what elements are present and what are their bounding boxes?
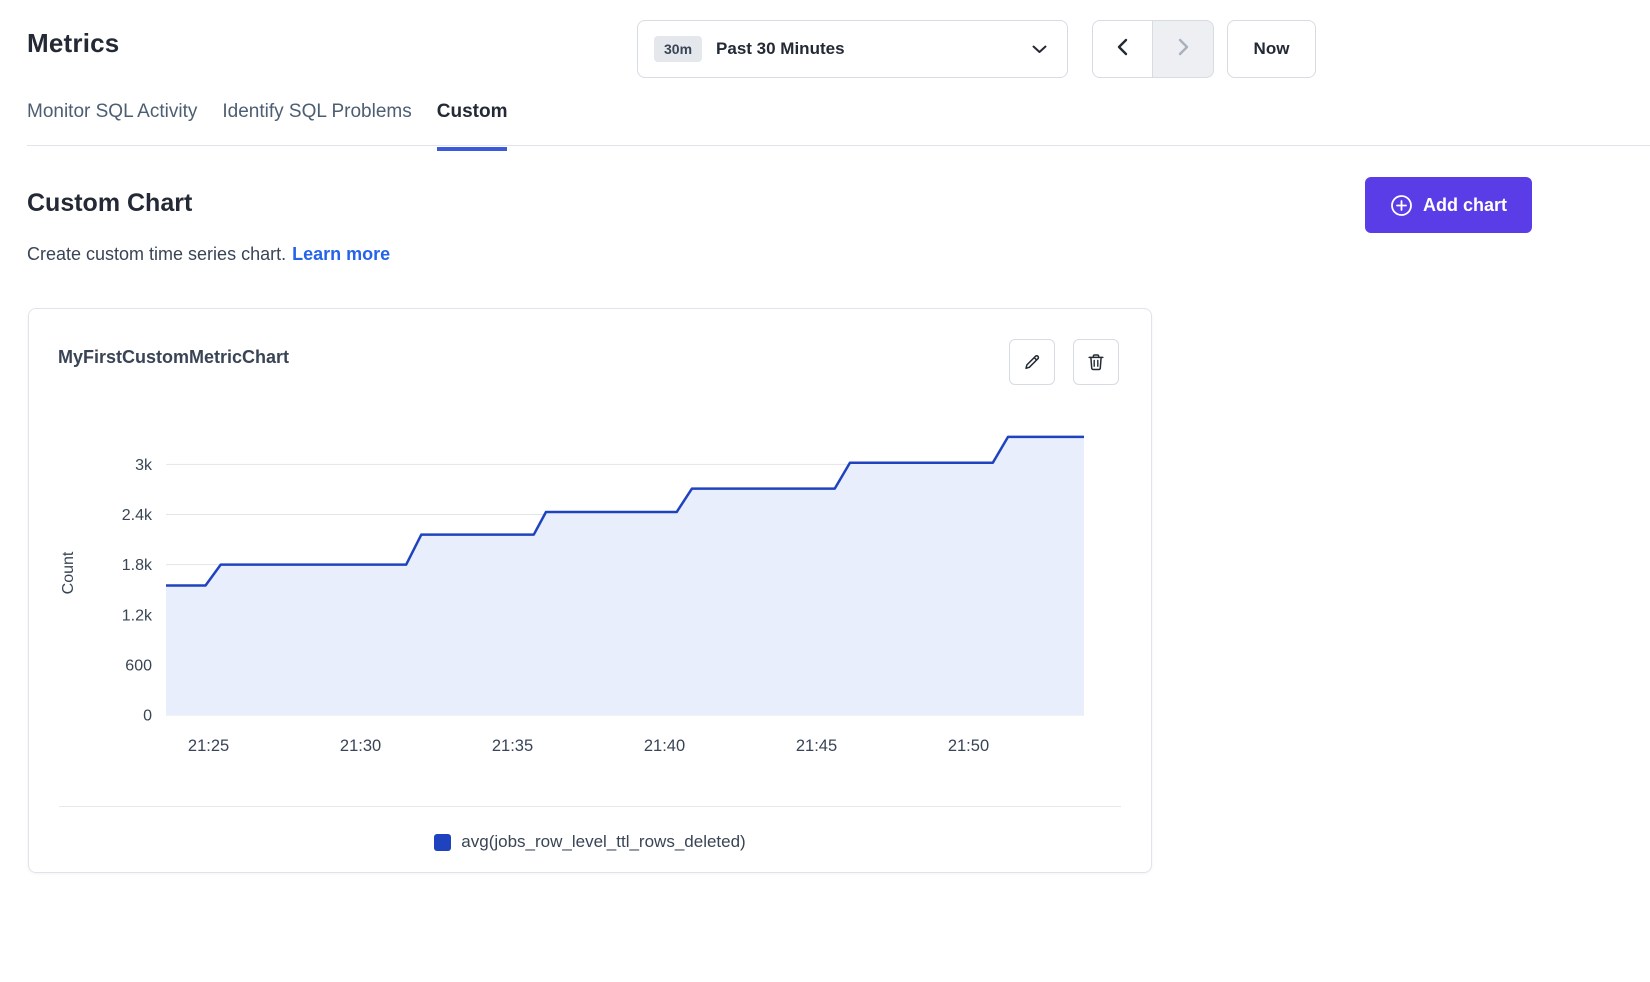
svg-text:21:45: 21:45 — [796, 737, 837, 755]
section-heading: Custom Chart — [27, 189, 192, 218]
chevron-right-icon — [1177, 37, 1190, 62]
chevron-left-icon — [1116, 37, 1129, 62]
svg-text:3k: 3k — [135, 457, 153, 474]
next-range-button[interactable] — [1153, 20, 1214, 78]
time-range-label: Past 30 Minutes — [716, 39, 1032, 59]
svg-text:1.8k: 1.8k — [122, 557, 153, 574]
chart-title: MyFirstCustomMetricChart — [58, 347, 289, 368]
page-title: Metrics — [27, 28, 119, 59]
time-range-badge: 30m — [654, 36, 702, 62]
svg-text:2.4k: 2.4k — [122, 507, 153, 524]
previous-range-button[interactable] — [1092, 20, 1153, 78]
legend-swatch — [434, 834, 451, 851]
metrics-tabs: Monitor SQL Activity Identify SQL Proble… — [27, 101, 507, 151]
custom-chart-card: MyFirstCustomMetricChart 0 600 1.2k 1.8k 2.4… — [28, 308, 1152, 873]
trash-icon — [1086, 352, 1106, 372]
svg-text:0: 0 — [143, 708, 152, 725]
tab-custom[interactable]: Custom — [437, 101, 508, 151]
chevron-down-icon — [1032, 45, 1047, 54]
svg-text:21:30: 21:30 — [340, 737, 381, 755]
legend-label: avg(jobs_row_level_ttl_rows_deleted) — [461, 832, 745, 852]
svg-text:600: 600 — [125, 657, 152, 674]
subtitle-text: Create custom time series chart. — [27, 244, 286, 264]
svg-text:21:40: 21:40 — [644, 737, 685, 755]
tab-identify-sql-problems[interactable]: Identify SQL Problems — [222, 101, 411, 151]
add-chart-button[interactable]: Add chart — [1365, 177, 1532, 233]
time-range-dropdown[interactable]: 30m Past 30 Minutes — [637, 20, 1068, 78]
svg-text:21:35: 21:35 — [492, 737, 533, 755]
svg-text:21:25: 21:25 — [188, 737, 229, 755]
tab-monitor-sql-activity[interactable]: Monitor SQL Activity — [27, 101, 197, 151]
section-subtitle: Create custom time series chart. Learn mo… — [27, 244, 390, 265]
y-axis-label: Count — [60, 551, 77, 594]
timeseries-chart[interactable]: 0 600 1.2k 1.8k 2.4k 3k 21:25 21:30 21:35 21:40 21… — [29, 404, 1151, 784]
svg-text:1.2k: 1.2k — [122, 607, 153, 624]
tabs-divider — [27, 145, 1650, 146]
circle-plus-icon — [1390, 194, 1413, 217]
delete-chart-button[interactable] — [1073, 339, 1119, 385]
legend-divider — [59, 806, 1121, 807]
add-chart-label: Add chart — [1423, 195, 1507, 216]
pencil-icon — [1022, 352, 1042, 372]
svg-text:21:50: 21:50 — [948, 737, 989, 755]
now-button[interactable]: Now — [1227, 20, 1316, 78]
edit-chart-button[interactable] — [1009, 339, 1055, 385]
legend-item[interactable]: avg(jobs_row_level_ttl_rows_deleted) — [29, 832, 1151, 852]
learn-more-link[interactable]: Learn more — [292, 244, 390, 264]
time-step-controls — [1092, 20, 1214, 78]
